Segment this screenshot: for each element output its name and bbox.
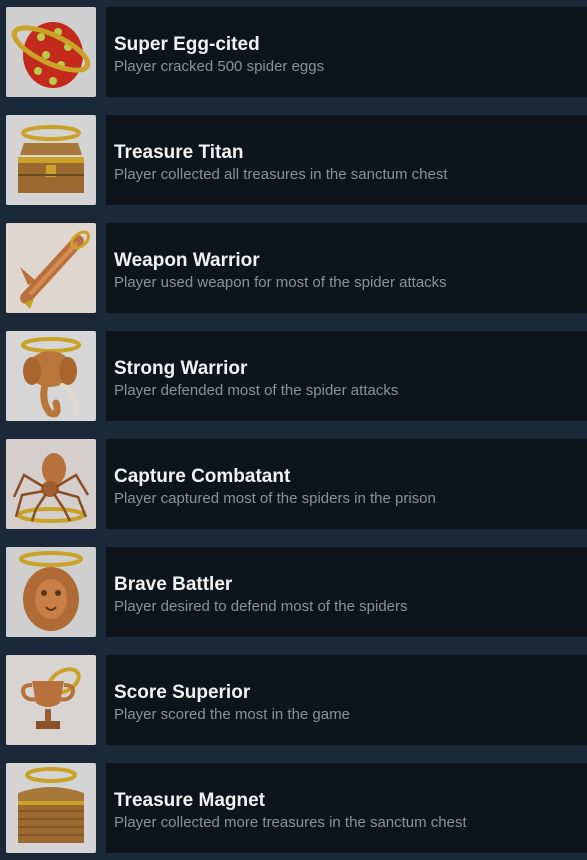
achievement-panel: Treasure Magnet Player collected more tr…: [106, 763, 587, 853]
achievement-description: Player cracked 500 spider eggs: [114, 58, 325, 75]
achievement-panel: Score Superior Player scored the most in…: [106, 655, 587, 745]
achievement-row: Score Superior Player scored the most in…: [0, 653, 587, 749]
achievement-panel: Treasure Titan Player collected all trea…: [106, 115, 587, 205]
achievement-row: Weapon Warrior Player used weapon for mo…: [0, 221, 587, 317]
achievement-title: Brave Battler: [114, 574, 233, 595]
achievement-row: Treasure Magnet Player collected more tr…: [0, 761, 587, 857]
achievement-row: Strong Warrior Player defended most of t…: [0, 329, 587, 425]
achievement-row: Capture Combatant Player captured most o…: [0, 437, 587, 533]
achievement-description: Player collected all treasures in the sa…: [114, 166, 448, 183]
achievement-description: Player desired to defend most of the spi…: [114, 598, 408, 615]
closed-chest-icon: [6, 763, 96, 853]
achievement-title: Weapon Warrior: [114, 250, 260, 271]
achievement-panel: Capture Combatant Player captured most o…: [106, 439, 587, 529]
achievement-title: Capture Combatant: [114, 466, 291, 487]
sword-icon: [6, 223, 96, 313]
lion-icon: [6, 547, 96, 637]
achievement-title: Treasure Titan: [114, 142, 244, 163]
achievements-list: Super Egg-cited Player cracked 500 spide…: [0, 0, 587, 860]
achievement-row: Super Egg-cited Player cracked 500 spide…: [0, 5, 587, 101]
trophy-icon: [6, 655, 96, 745]
achievement-description: Player used weapon for most of the spide…: [114, 274, 447, 291]
achievement-panel: Weapon Warrior Player used weapon for mo…: [106, 223, 587, 313]
achievement-title: Treasure Magnet: [114, 790, 265, 811]
achievement-description: Player scored the most in the game: [114, 706, 350, 723]
achievement-title: Score Superior: [114, 682, 251, 703]
open-chest-icon: [6, 115, 96, 205]
achievement-description: Player collected more treasures in the s…: [114, 814, 467, 831]
achievement-row: Brave Battler Player desired to defend m…: [0, 545, 587, 641]
spider-icon: [6, 439, 96, 529]
achievement-panel: Strong Warrior Player defended most of t…: [106, 331, 587, 421]
achievement-panel: Brave Battler Player desired to defend m…: [106, 547, 587, 637]
elephant-icon: [6, 331, 96, 421]
achievement-description: Player captured most of the spiders in t…: [114, 490, 436, 507]
achievement-description: Player defended most of the spider attac…: [114, 382, 399, 399]
achievement-panel: Super Egg-cited Player cracked 500 spide…: [106, 7, 587, 97]
achievement-row: Treasure Titan Player collected all trea…: [0, 113, 587, 209]
egg-icon: [6, 7, 96, 97]
achievement-title: Strong Warrior: [114, 358, 248, 379]
achievement-title: Super Egg-cited: [114, 34, 260, 55]
